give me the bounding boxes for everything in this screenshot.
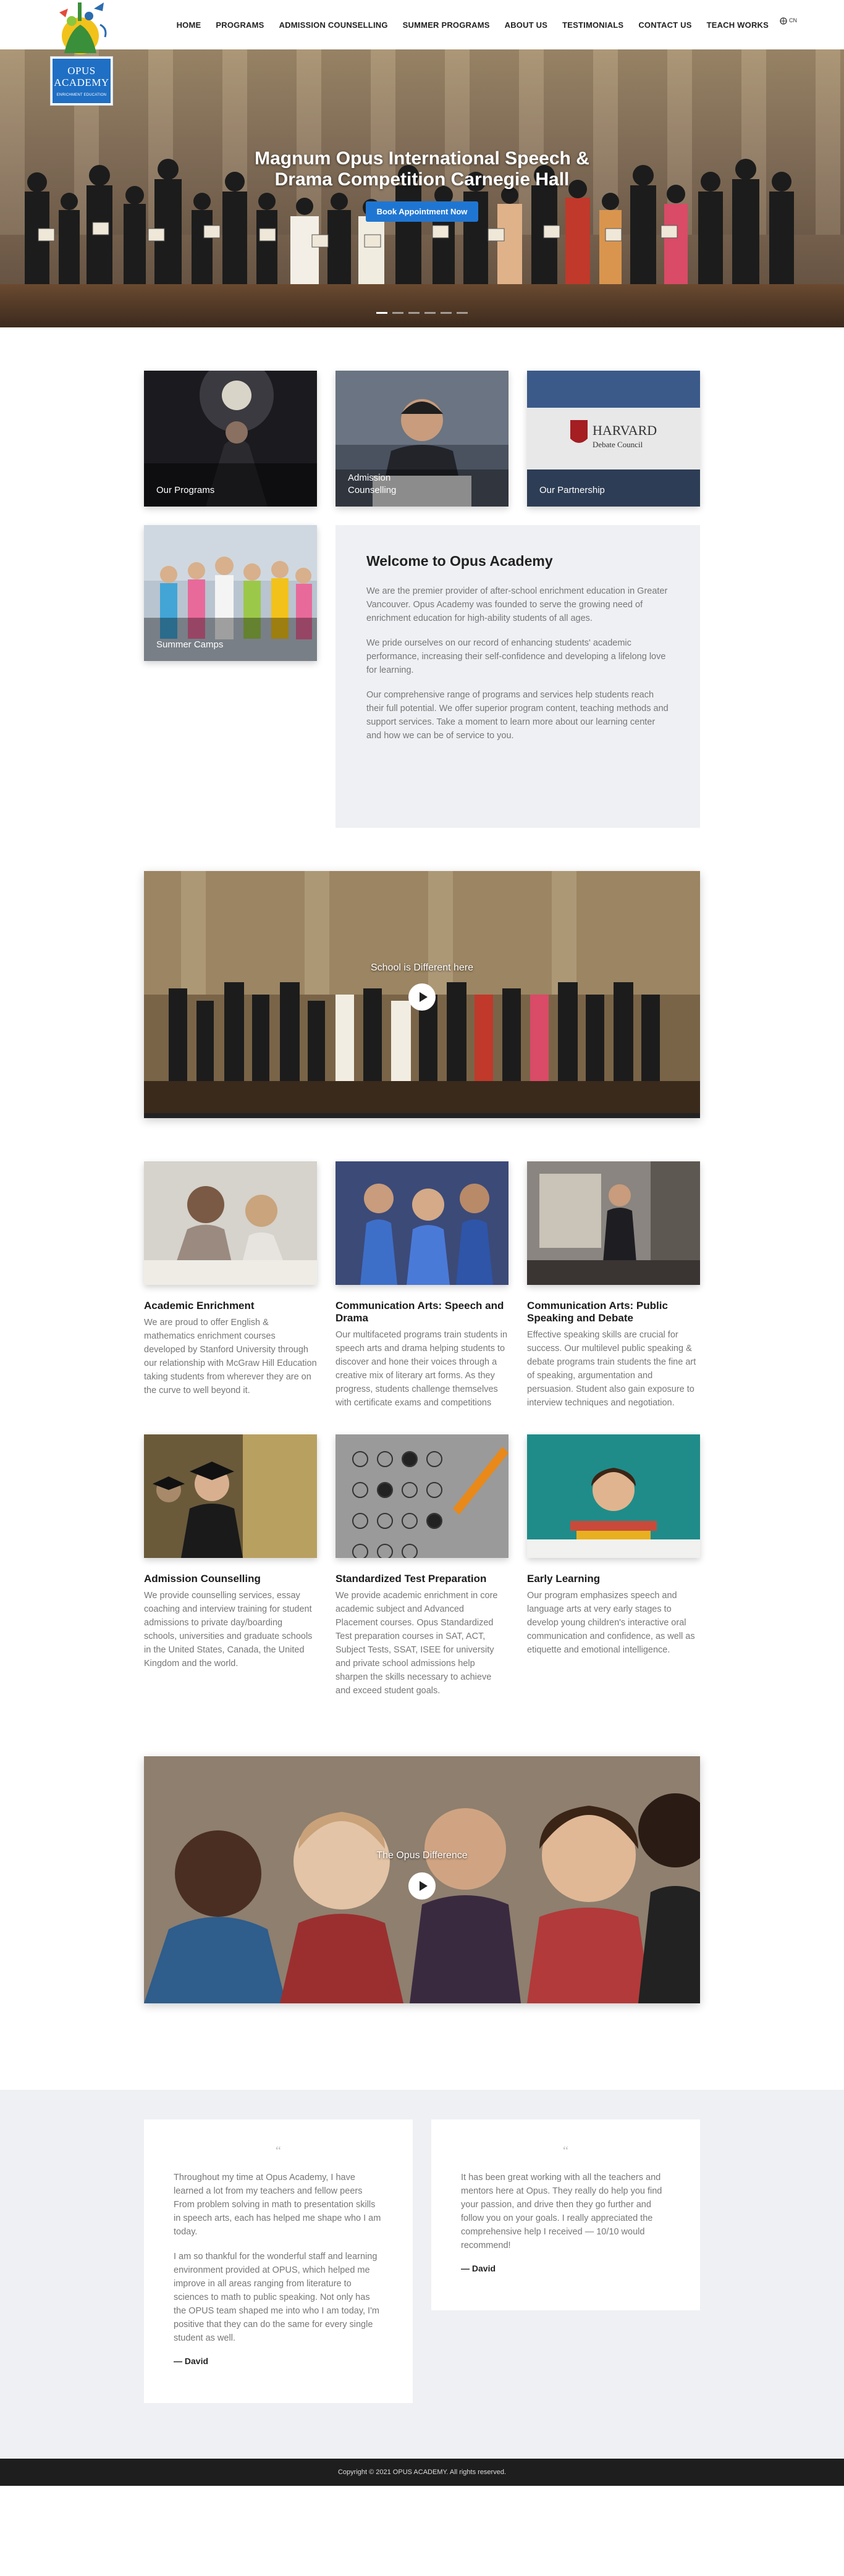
hero-title: Magnum Opus International Speech & Drama… xyxy=(255,148,589,190)
program-title[interactable]: Communication Arts: Public Speaking and … xyxy=(527,1300,700,1324)
program-card: Academic Enrichment We are proud to offe… xyxy=(144,1161,317,1410)
slider-dot-2[interactable] xyxy=(392,312,403,314)
book-appointment-button[interactable]: Book Appointment Now xyxy=(365,201,479,222)
quote-icon: “ xyxy=(563,2144,568,2158)
tile-admission-counselling[interactable]: Admission Counselling xyxy=(335,371,509,507)
welcome-paragraph-2: We pride ourselves on our record of enha… xyxy=(366,638,666,675)
program-card: Standardized Test Preparation We provide… xyxy=(335,1434,509,1698)
slider-dot-6[interactable] xyxy=(457,312,468,314)
program-title[interactable]: Admission Counselling xyxy=(144,1573,317,1585)
program-image xyxy=(335,1434,509,1558)
nav-testimonials[interactable]: TESTIMONIALS xyxy=(555,20,631,30)
site-footer: Copyright © 2021 OPUS ACADEMY. All right… xyxy=(0,2459,844,2486)
image-young-child xyxy=(527,1434,700,1558)
play-button-icon[interactable] xyxy=(408,983,436,1011)
language-switcher[interactable]: CN xyxy=(779,16,797,25)
program-text: Our multifaceted programs train students… xyxy=(335,1330,508,1408)
program-text: We provide academic enrichment in core a… xyxy=(335,1591,498,1696)
tile-label-admission-counselling: Admission Counselling xyxy=(348,473,397,495)
nav-admission-counselling[interactable]: ADMISSION COUNSELLING xyxy=(272,20,395,30)
program-text: Our program emphasizes speech and langua… xyxy=(527,1591,695,1655)
welcome-paragraph-1: We are the premier provider of after-sch… xyxy=(366,586,668,623)
testimonial-text: It has been great working with all the t… xyxy=(461,2173,662,2250)
slider-dot-1[interactable] xyxy=(376,312,387,314)
nav-summer-programs[interactable]: SUMMER PROGRAMS xyxy=(395,20,497,30)
testimonial-author: — David xyxy=(461,2263,496,2273)
program-title[interactable]: Communication Arts: Speech and Drama xyxy=(335,1300,509,1324)
program-image xyxy=(335,1161,509,1285)
slider-dot-5[interactable] xyxy=(441,312,452,314)
programs-grid: Academic Enrichment We are proud to offe… xyxy=(144,1161,700,1698)
tile-our-programs[interactable]: Our Programs xyxy=(144,371,317,507)
welcome-panel: Welcome to Opus Academy We are the premi… xyxy=(335,525,700,828)
image-students-writing xyxy=(144,1161,317,1285)
testimonial-author: — David xyxy=(174,2356,209,2366)
opus-academy-logo[interactable]: OPUS ACADEMY ENRICHMENT EDUCATION xyxy=(50,0,113,106)
program-image xyxy=(144,1161,317,1285)
copyright-text: Copyright © 2021 OPUS ACADEMY. All right… xyxy=(337,2469,507,2476)
video-title: The Opus Difference xyxy=(376,1850,468,1861)
tile-our-partnership[interactable]: HARVARD Debate Council Our Partnership xyxy=(527,371,700,507)
image-answer-sheet xyxy=(335,1434,509,1558)
welcome-title: Welcome to Opus Academy xyxy=(366,553,553,569)
testimonial-card: “ Throughout my time at Opus Academy, I … xyxy=(144,2119,413,2403)
program-title[interactable]: Academic Enrichment xyxy=(144,1300,317,1312)
hero-slider[interactable]: Magnum Opus International Speech & Drama… xyxy=(0,49,844,327)
language-icon xyxy=(780,17,787,25)
tile-label-summer-camps: Summer Camps xyxy=(156,639,224,650)
slider-dot-3[interactable] xyxy=(408,312,420,314)
play-button-icon[interactable] xyxy=(408,1872,436,1900)
program-image xyxy=(144,1434,317,1558)
logo-tagline: ENRICHMENT EDUCATION xyxy=(56,93,107,97)
program-card: Admission Counselling We provide counsel… xyxy=(144,1434,317,1698)
image-kids-drama xyxy=(335,1161,509,1285)
tile-label-our-programs: Our Programs xyxy=(156,485,215,495)
hero-stage xyxy=(0,284,844,327)
program-image xyxy=(527,1161,700,1285)
program-card: Early Learning Our program emphasizes sp… xyxy=(527,1434,700,1698)
tile-label-our-partnership: Our Partnership xyxy=(539,485,605,495)
testimonials-section: “ Throughout my time at Opus Academy, I … xyxy=(0,2090,844,2459)
program-text: We are proud to offer English & mathemat… xyxy=(144,1318,317,1395)
testimonial-text: I am so thankful for the wonderful staff… xyxy=(174,2252,379,2343)
program-title[interactable]: Standardized Test Preparation xyxy=(335,1573,509,1585)
video-school-different[interactable]: School is Different here xyxy=(144,871,700,1118)
logo-line-1: OPUS xyxy=(67,65,96,77)
program-title[interactable]: Early Learning xyxy=(527,1573,700,1585)
program-text: We provide counselling services, essay c… xyxy=(144,1591,313,1669)
video-title: School is Different here xyxy=(370,962,473,973)
image-graduates xyxy=(144,1434,317,1558)
program-image xyxy=(527,1434,700,1558)
main-nav: HOME PROGRAMS ADMISSION COUNSELLING SUMM… xyxy=(169,0,776,49)
nav-home[interactable]: HOME xyxy=(169,20,209,30)
harvard-text: HARVARD xyxy=(593,423,657,438)
logo-line-2: ACADEMY xyxy=(54,77,109,88)
logo-emblem-icon xyxy=(59,2,107,54)
nav-programs[interactable]: PROGRAMS xyxy=(208,20,271,30)
nav-about-us[interactable]: ABOUT US xyxy=(497,20,555,30)
slider-dot-4[interactable] xyxy=(424,312,436,314)
logo-wordmark: OPUS ACADEMY ENRICHMENT EDUCATION xyxy=(50,56,113,106)
site-header: OPUS ACADEMY ENRICHMENT EDUCATION HOME P… xyxy=(0,0,844,106)
quote-icon: “ xyxy=(276,2144,281,2158)
slider-dots xyxy=(0,312,844,314)
welcome-paragraph-3: Our comprehensive range of programs and … xyxy=(366,690,669,741)
nav-contact-us[interactable]: CONTACT US xyxy=(631,20,699,30)
image-public-speaking xyxy=(527,1161,700,1285)
video-opus-difference[interactable]: The Opus Difference xyxy=(144,1756,700,2003)
nav-teach-works[interactable]: TEACH WORKS xyxy=(699,20,776,30)
testimonial-text: Throughout my time at Opus Academy, I ha… xyxy=(174,2173,381,2237)
program-text: Effective speaking skills are crucial fo… xyxy=(527,1330,696,1408)
testimonial-card: “ It has been great working with all the… xyxy=(431,2119,700,2310)
program-card: Communication Arts: Public Speaking and … xyxy=(527,1161,700,1410)
tile-summer-camps[interactable]: Summer Camps xyxy=(144,525,317,661)
debate-council-text: Debate Council xyxy=(593,440,643,449)
service-tiles: Our Programs Admission Counselling HARVA… xyxy=(144,371,700,828)
hero-caption: Magnum Opus International Speech & Drama… xyxy=(0,148,844,222)
language-label: CN xyxy=(789,17,797,23)
program-card: Communication Arts: Speech and Drama Our… xyxy=(335,1161,509,1410)
